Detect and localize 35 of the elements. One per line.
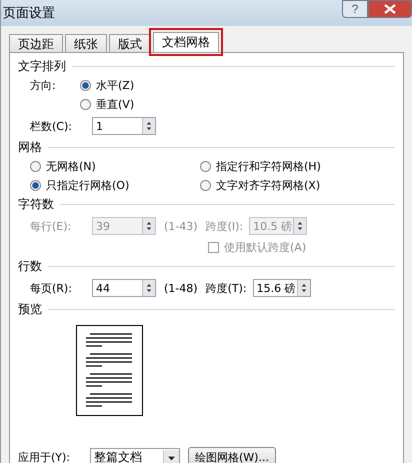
close-button[interactable] (368, 0, 412, 18)
close-icon (384, 4, 396, 14)
section-heading: 字符数 (18, 196, 54, 213)
field-label: 跨度(I): (206, 218, 244, 234)
field-label: 跨度(T): (206, 280, 247, 296)
dropdown[interactable]: 整篇文档 (90, 448, 180, 463)
spin-field[interactable]: 15.6 磅 (252, 279, 311, 297)
window-title: 页面设置 (3, 5, 55, 22)
draw-grid-button[interactable]: 绘图网格(W)... (188, 447, 276, 463)
radio-option[interactable]: 水平(Z) (80, 76, 134, 95)
radio-option[interactable]: 无网格(N) (30, 157, 200, 176)
help-button[interactable]: ? (342, 0, 368, 18)
field-label: 每页(R): (30, 280, 73, 296)
spin-field[interactable]: 1 (92, 117, 156, 135)
tab[interactable]: 页边距 (9, 34, 63, 52)
field-label: 方向: (30, 78, 57, 94)
tab[interactable]: 版式 (109, 34, 151, 52)
spin-field[interactable]: 44 (92, 279, 156, 297)
section-heading: 网格 (18, 139, 42, 156)
field-label: 每行(E): (30, 218, 72, 234)
radio-option[interactable]: 指定行和字符网格(H) (200, 157, 395, 176)
radio-option[interactable]: 垂直(V) (80, 95, 134, 114)
section-heading: 行数 (18, 258, 42, 275)
range-text: (1-48) (164, 282, 198, 294)
spin-arrows-icon[interactable] (142, 280, 155, 296)
spin-arrows-icon[interactable] (142, 118, 155, 134)
section-heading: 预览 (18, 301, 42, 318)
radio-option[interactable]: 只指定行网格(O) (30, 176, 200, 195)
field-label: 应用于(Y): (18, 450, 72, 463)
tab[interactable]: 纸张 (65, 34, 107, 52)
range-text: (1-43) (164, 220, 198, 232)
section-heading: 文字排列 (18, 58, 66, 75)
radio-option[interactable]: 文字对齐字符网格(X) (200, 176, 395, 195)
field-label: 栏数(C): (30, 118, 73, 134)
spin-arrows-icon[interactable] (296, 280, 310, 296)
